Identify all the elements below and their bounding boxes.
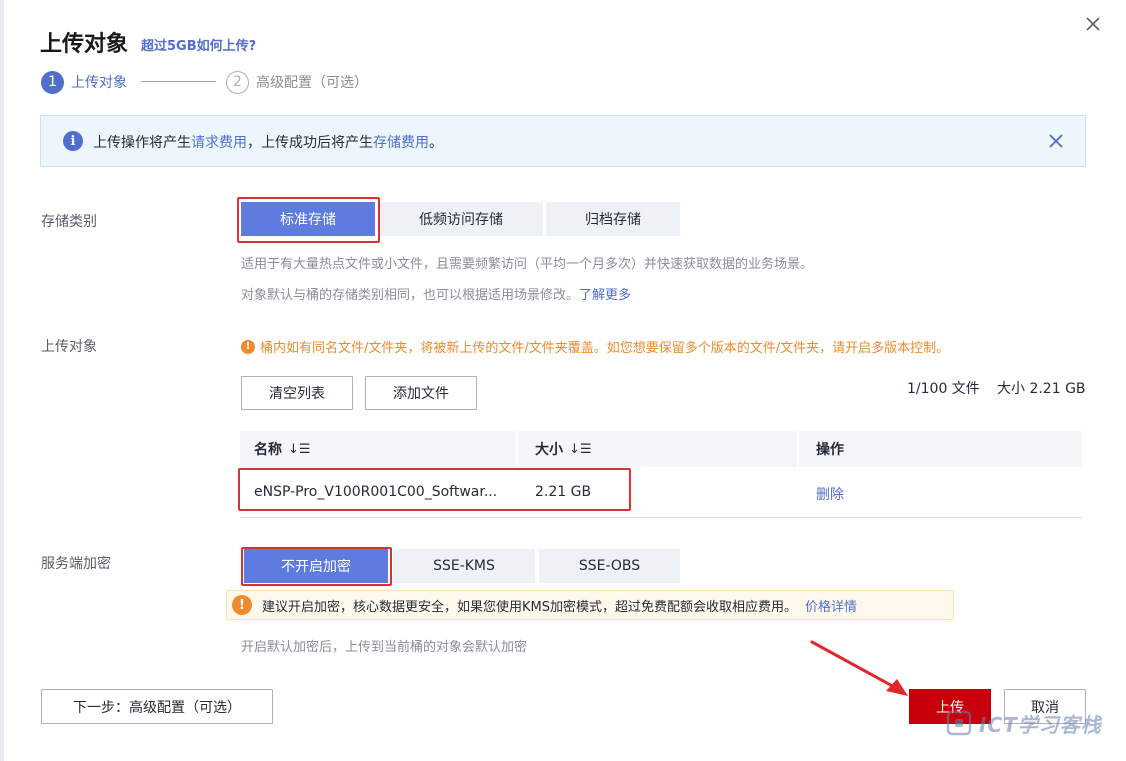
warning-icon: ! [232,595,252,615]
file-table-header: 名称 ↓☰ 大小 ↓☰ 操作 [240,431,1082,467]
next-advanced-config-button[interactable]: 下一步：高级配置（可选） [41,689,273,724]
watermark: ICT学习客栈 [945,703,1120,743]
total-size: 大小 2.21 GB [997,381,1086,397]
file-name-cell: eNSP-Pro_V100R001C00_Softwar... [254,484,498,500]
column-size[interactable]: 大小 ↓☰ [535,431,592,467]
storage-hint-1: 适用于有大量热点文件或小文件，且需要频繁访问（平均一个月多次）并快速获取数据的业… [241,257,814,272]
column-size-label: 大小 [535,442,563,458]
alert-text-2: ，上传成功后将产生 [247,135,373,151]
step-1: 1 上传对象 [41,70,127,94]
file-count: 1/100 文件 [907,381,980,397]
column-divider [516,431,518,467]
overwrite-warning: ! 桶内如有同名文件/文件夹，将被新上传的文件/文件夹覆盖。如您想要保留多个版本的… [241,337,949,356]
step-1-label: 上传对象 [71,75,127,91]
column-divider [797,431,799,467]
encryption-option-sse-kms[interactable]: SSE-KMS [393,549,535,583]
encryption-tip: ! 建议开启加密，核心数据更安全，如果您使用KMS加密模式，超过免费配额会收取相… [226,590,954,620]
fee-info-alert: i 上传操作将产生请求费用，上传成功后将产生存储费用。 [40,115,1086,167]
price-details-link[interactable]: 价格详情 [805,596,857,615]
clear-list-button[interactable]: 清空列表 [241,376,353,410]
column-name[interactable]: 名称 ↓☰ [254,431,311,467]
learn-more-link[interactable]: 了解更多 [579,288,631,303]
step-2-label: 高级配置（可选） [256,75,368,91]
upload-objects-label: 上传对象 [41,339,97,355]
alert-close-icon[interactable] [1047,132,1065,150]
dialog-left-edge [0,0,4,761]
alert-text-3: 。 [429,135,443,151]
info-icon: i [63,131,83,151]
add-file-button[interactable]: 添加文件 [365,376,477,410]
warning-icon: ! [241,339,255,354]
sort-icon[interactable]: ↓☰ [288,442,311,457]
storage-option-archive[interactable]: 归档存储 [546,202,680,236]
sort-icon[interactable]: ↓☰ [569,442,592,457]
watermark-text: ICT学习客栈 [979,712,1102,737]
alert-text-1: 上传操作将产生 [93,135,191,151]
delete-file-link[interactable]: 删除 [816,484,844,504]
storage-class-label: 存储类别 [41,214,97,230]
encryption-hint: 开启默认加密后，上传到当前桶的对象会默认加密 [241,640,528,655]
encryption-label: 服务端加密 [41,556,111,572]
over-5gb-help-link[interactable]: 超过5GB如何上传? [141,35,256,54]
step-2-number: 2 [226,70,249,94]
watermark-logo-icon [946,710,972,736]
storage-fee-link[interactable]: 存储费用 [373,135,429,151]
dialog-title: 上传对象 [40,32,129,57]
storage-hint-2-text: 对象默认与桶的存储类别相同，也可以根据适用场景修改。 [241,288,580,303]
step-1-number: 1 [41,70,64,94]
step-connector [141,81,216,82]
table-row-divider [240,517,1082,518]
column-action: 操作 [816,442,844,458]
step-2: 2 高级配置（可选） [226,70,368,94]
storage-option-standard[interactable]: 标准存储 [241,202,375,236]
request-fee-link[interactable]: 请求费用 [191,135,247,151]
encryption-option-none[interactable]: 不开启加密 [244,549,388,583]
column-name-label: 名称 [254,442,282,458]
annotation-arrow [810,640,908,696]
overwrite-warning-text: 桶内如有同名文件/文件夹，将被新上传的文件/文件夹覆盖。如您想要保留多个版本的文… [260,341,950,356]
storage-hint-2: 对象默认与桶的存储类别相同，也可以根据适用场景修改。了解更多 [241,284,631,303]
alert-text: 上传操作将产生请求费用，上传成功后将产生存储费用。 [93,132,443,152]
storage-option-infrequent[interactable]: 低频访问存储 [379,202,543,236]
encryption-option-sse-obs[interactable]: SSE-OBS [539,549,680,583]
close-icon[interactable] [1082,13,1104,35]
encryption-tip-text: 建议开启加密，核心数据更安全，如果您使用KMS加密模式，超过免费配额会收取相应费… [262,599,797,615]
file-size-cell: 2.21 GB [535,484,592,500]
